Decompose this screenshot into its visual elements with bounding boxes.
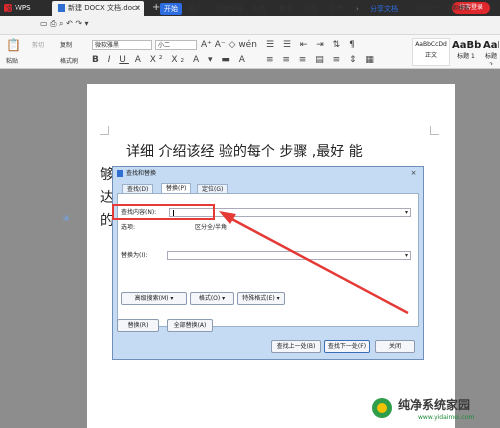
annotation-highlight-box: [112, 204, 215, 220]
style-heading1-label: 标题 1: [457, 53, 475, 60]
font-name-select[interactable]: 微软雅黑: [92, 40, 152, 50]
margin-corner-left: [100, 126, 109, 135]
style-heading1-preview: AaBb: [452, 40, 482, 51]
advanced-search-button[interactable]: 高级搜索(M) ▾: [121, 292, 187, 305]
paste-icon[interactable]: 📋: [6, 39, 21, 51]
cut-button[interactable]: 剪切: [32, 41, 44, 50]
copy-button[interactable]: 复制: [60, 41, 72, 50]
font-style-toolbar[interactable]: B I U A X² X₂ A ▾ ▬ A: [92, 55, 262, 65]
word-doc-icon: [58, 4, 65, 12]
dialog-title: 查找和替换: [117, 170, 156, 178]
paste-label[interactable]: 粘贴: [6, 57, 18, 66]
share-document-button[interactable]: 分享文档: [370, 3, 398, 15]
replace-all-button[interactable]: 全部替换(A): [167, 319, 213, 332]
dialog-close-icon[interactable]: ×: [408, 169, 419, 178]
menu-page-layout[interactable]: 页面布局: [215, 3, 243, 15]
options-label: 选项:: [121, 224, 136, 231]
dialog-title-text: 查找和替换: [126, 170, 157, 177]
style-normal-preview: AaBbCcDd: [415, 41, 447, 48]
menu-sections[interactable]: 章节: [329, 3, 343, 15]
annotation-arrow-icon: [219, 211, 409, 315]
close-button[interactable]: 关闭: [375, 340, 415, 353]
font-size-controls[interactable]: A⁺ A⁻ ◇ wén: [201, 40, 257, 50]
style-heading2-preview: AaBb: [483, 40, 499, 51]
menu-file[interactable]: 文件: [6, 3, 20, 15]
find-previous-button[interactable]: 查找上一处(B): [271, 340, 321, 353]
style-normal-label: 正文: [424, 52, 437, 59]
menu-references[interactable]: 引用: [252, 3, 266, 15]
document-tab[interactable]: 新建 DOCX 文档.docx: [52, 1, 144, 16]
menu-home[interactable]: 开始: [160, 3, 182, 15]
format-painter-button[interactable]: 格式刷: [60, 57, 78, 66]
menu-view[interactable]: 视图: [304, 3, 318, 15]
menu-more-icon[interactable]: ›: [356, 3, 359, 15]
margin-corner-right: [430, 126, 439, 135]
tab-close-icon[interactable]: ×: [134, 3, 142, 13]
replace-button[interactable]: 替换(R): [117, 319, 159, 332]
menu-review[interactable]: 审阅: [279, 3, 293, 15]
style-heading2[interactable]: AaBb 标题 2: [482, 38, 500, 66]
command-search[interactable]: 查找命令、搜索模板: [416, 3, 470, 15]
quick-access-toolbar[interactable]: ▭ ⎙ ⌕ ↶ ↷ ▾: [40, 19, 120, 29]
paragraph-toolbar-row1[interactable]: ☰ ☰ ⇤ ⇥ ⇅ ¶: [266, 40, 396, 50]
paragraph-marker-icon[interactable]: ▣: [63, 214, 71, 222]
document-tab-label: 新建 DOCX 文档.docx: [68, 4, 140, 12]
menu-insert[interactable]: 插入: [188, 3, 202, 15]
watermark-logo-icon: [372, 398, 392, 418]
find-next-button[interactable]: 查找下一处(F): [324, 340, 370, 353]
style-normal[interactable]: AaBbCcDd 正文: [412, 38, 450, 66]
dialog-app-icon: [117, 170, 123, 177]
paragraph-toolbar-row2[interactable]: ≡ ≡ ≡ ▤ ≡ ⇕ ▦: [266, 55, 396, 65]
font-size-select[interactable]: 小二: [155, 40, 197, 50]
watermark-url: www.yidaimei.com: [418, 414, 475, 421]
style-heading1[interactable]: AaBb 标题 1: [451, 38, 481, 66]
replace-label: 替换为(I):: [121, 252, 148, 259]
watermark-site-name: 纯净系统家园: [398, 398, 471, 412]
document-line-1[interactable]: 详细 介绍该经 验的每个 步骤 ,最好 能: [126, 143, 363, 161]
style-heading2-label: 标题 2: [484, 53, 497, 66]
